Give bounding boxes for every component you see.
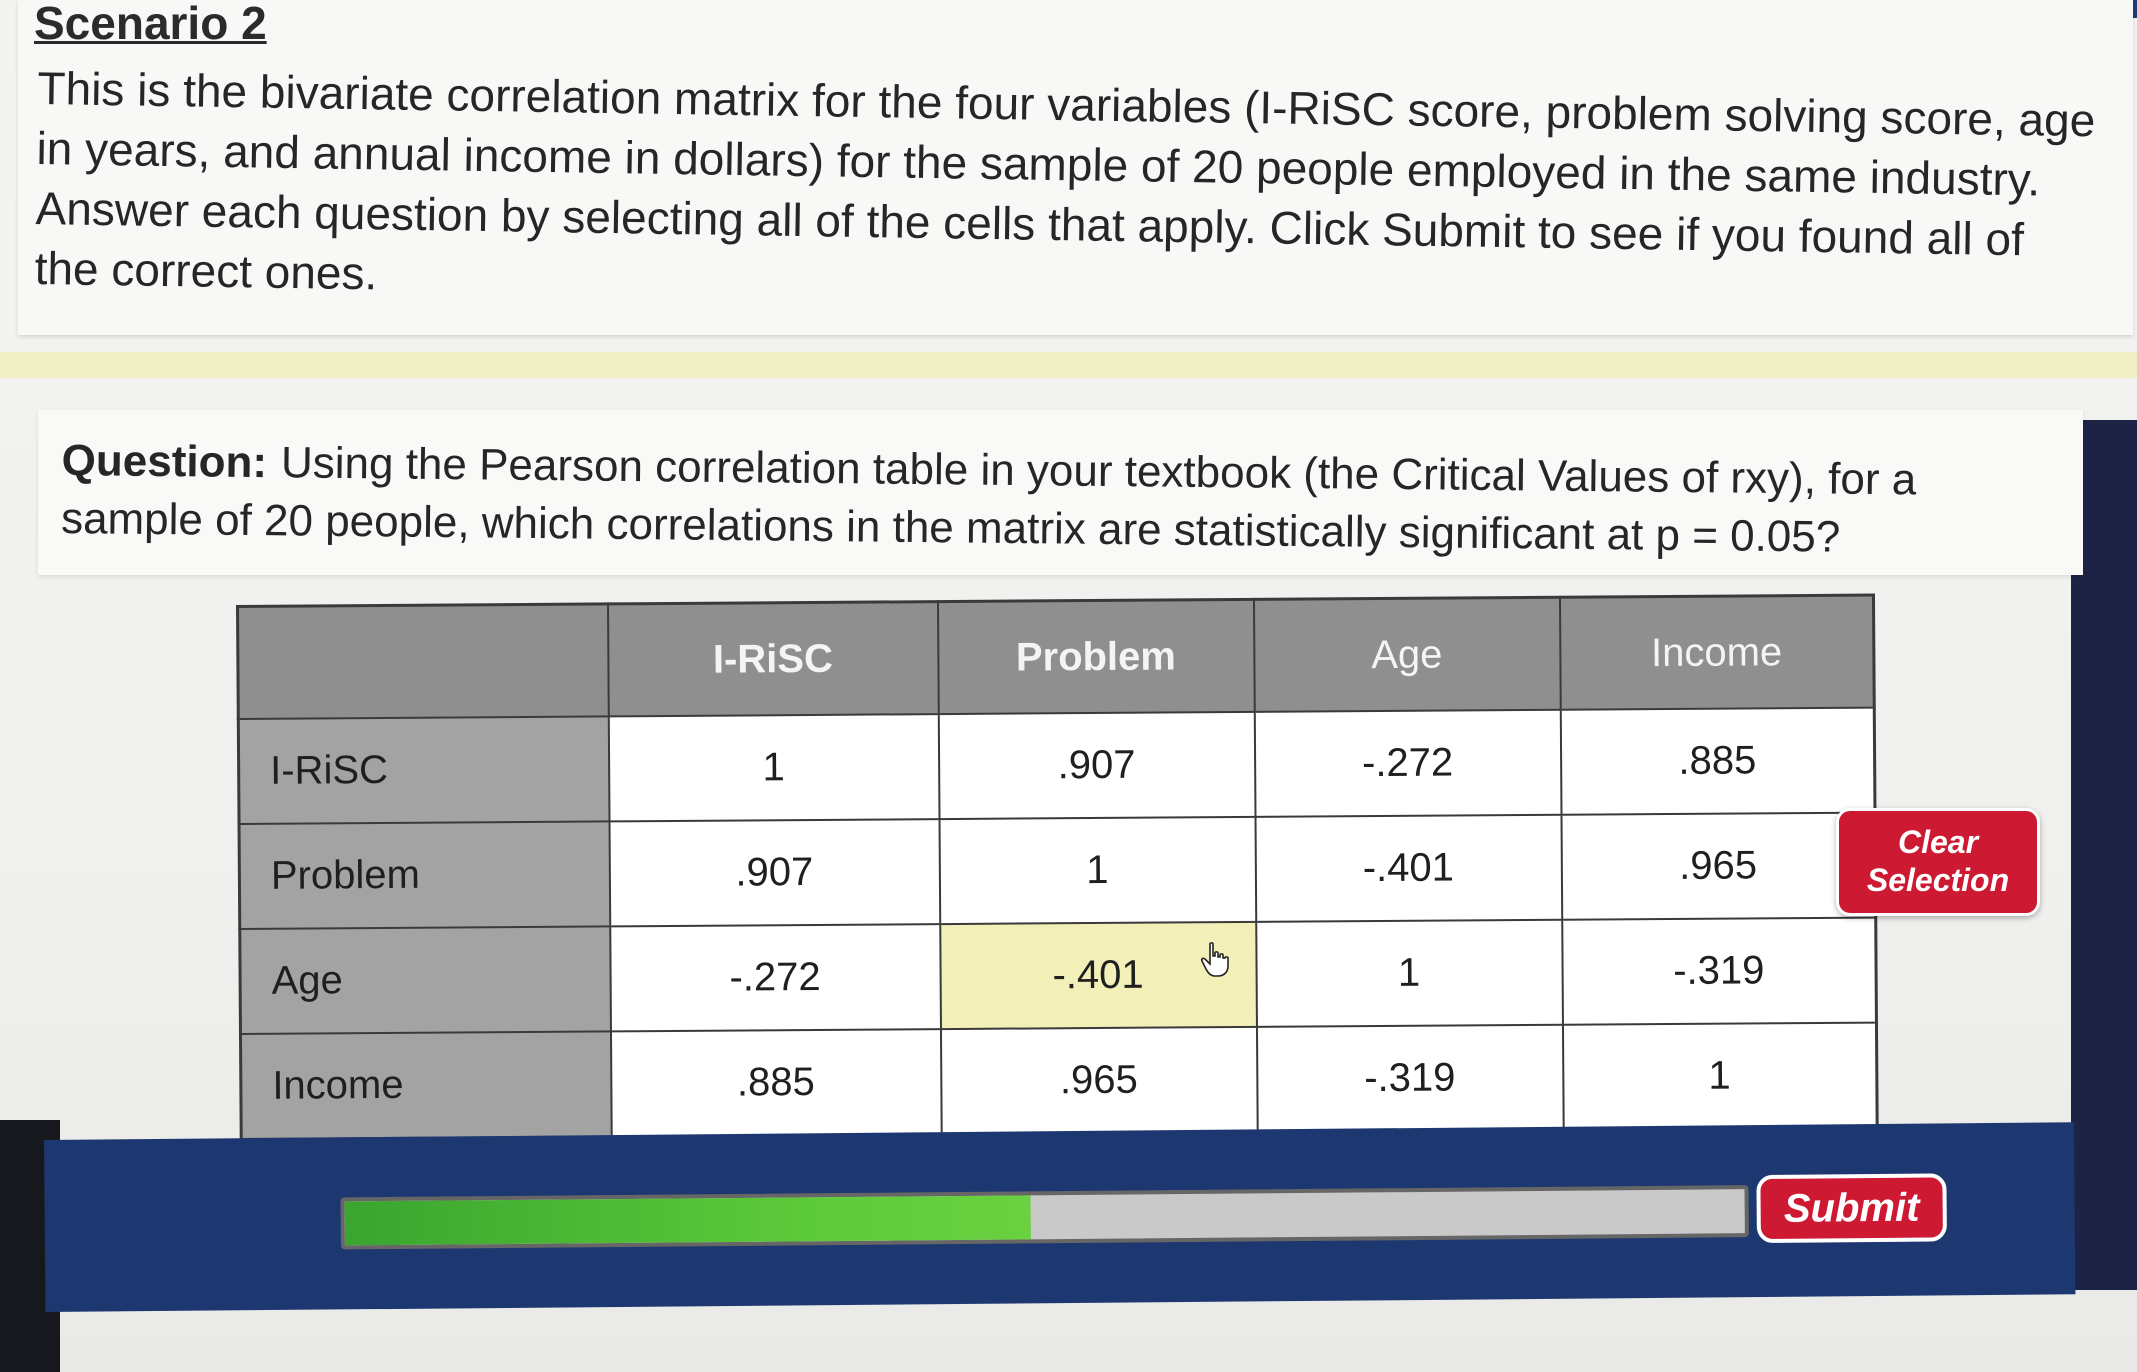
matrix-cell[interactable]: .965 xyxy=(1560,812,1876,920)
scenario-title: Scenario 2 xyxy=(34,0,267,49)
hand-pointer-icon xyxy=(1200,942,1229,977)
matrix-cell[interactable]: -.272 xyxy=(1254,709,1561,817)
table-row: Income .885 .965 -.319 1 xyxy=(240,1022,1878,1140)
progress-bar xyxy=(340,1185,1749,1250)
column-header-irisc: I-RiSC xyxy=(607,601,939,717)
matrix-cell[interactable]: .907 xyxy=(938,711,1256,820)
table-row: I-RiSC 1 .907 -.272 .885 xyxy=(238,707,1875,824)
table-header-row: I-RiSC Problem Age Income xyxy=(237,595,1875,719)
matrix-cell[interactable]: -.272 xyxy=(609,924,941,1032)
row-header-problem: Problem xyxy=(239,821,610,929)
submit-button[interactable]: Submit xyxy=(1756,1173,1947,1244)
clear-button-label-line2: Selection xyxy=(1866,862,2010,898)
footer-bar: Submit xyxy=(44,1122,2076,1312)
question-label: Question: xyxy=(61,435,268,488)
correlation-table: I-RiSC Problem Age Income I-RiSC 1 .907 … xyxy=(236,593,1879,1141)
matrix-cell[interactable]: .965 xyxy=(940,1026,1258,1135)
section-divider xyxy=(0,352,2137,378)
correlation-matrix: I-RiSC Problem Age Income I-RiSC 1 .907 … xyxy=(236,593,1880,1141)
question-text-block: Question: Using the Pearson correlation t… xyxy=(61,432,2062,569)
question-prompt: Using the Pearson correlation table in y… xyxy=(60,438,1917,562)
matrix-cell[interactable]: .885 xyxy=(610,1029,942,1137)
clear-selection-button[interactable]: Clear Selection xyxy=(1836,808,2040,916)
scenario-description: This is the bivariate correlation matrix… xyxy=(34,61,2096,300)
row-header-age: Age xyxy=(239,926,611,1034)
table-row: Age -.272 -.401 1 -.319 xyxy=(239,917,1877,1034)
column-header-age: Age xyxy=(1253,597,1561,712)
clear-button-label-line1: Clear xyxy=(1897,824,1979,860)
table-corner-cell xyxy=(237,603,609,719)
matrix-cell[interactable]: 1 xyxy=(1255,919,1563,1027)
column-header-income: Income xyxy=(1559,595,1875,710)
matrix-cell[interactable]: 1 xyxy=(1562,1022,1878,1131)
row-header-irisc: I-RiSC xyxy=(238,716,610,824)
matrix-cell[interactable]: -.319 xyxy=(1561,917,1877,1025)
question-card: Question: Using the Pearson correlation t… xyxy=(38,410,2083,575)
matrix-cell[interactable]: 1 xyxy=(939,816,1256,925)
app-frame: Scenario 2 This is the bivariate correla… xyxy=(0,0,2137,1372)
matrix-cell[interactable]: .907 xyxy=(609,819,940,927)
scenario-card: Scenario 2 This is the bivariate correla… xyxy=(18,0,2133,335)
table-row: Problem .907 1 -.401 .965 xyxy=(239,812,1876,929)
matrix-cell[interactable]: .885 xyxy=(1560,707,1875,815)
column-header-problem: Problem xyxy=(937,599,1255,715)
matrix-cell[interactable]: -.401 xyxy=(1255,814,1562,922)
matrix-cell[interactable]: -.319 xyxy=(1256,1024,1564,1133)
progress-bar-fill xyxy=(344,1195,1031,1246)
matrix-cell[interactable]: 1 xyxy=(608,714,940,822)
row-header-income: Income xyxy=(240,1031,612,1140)
